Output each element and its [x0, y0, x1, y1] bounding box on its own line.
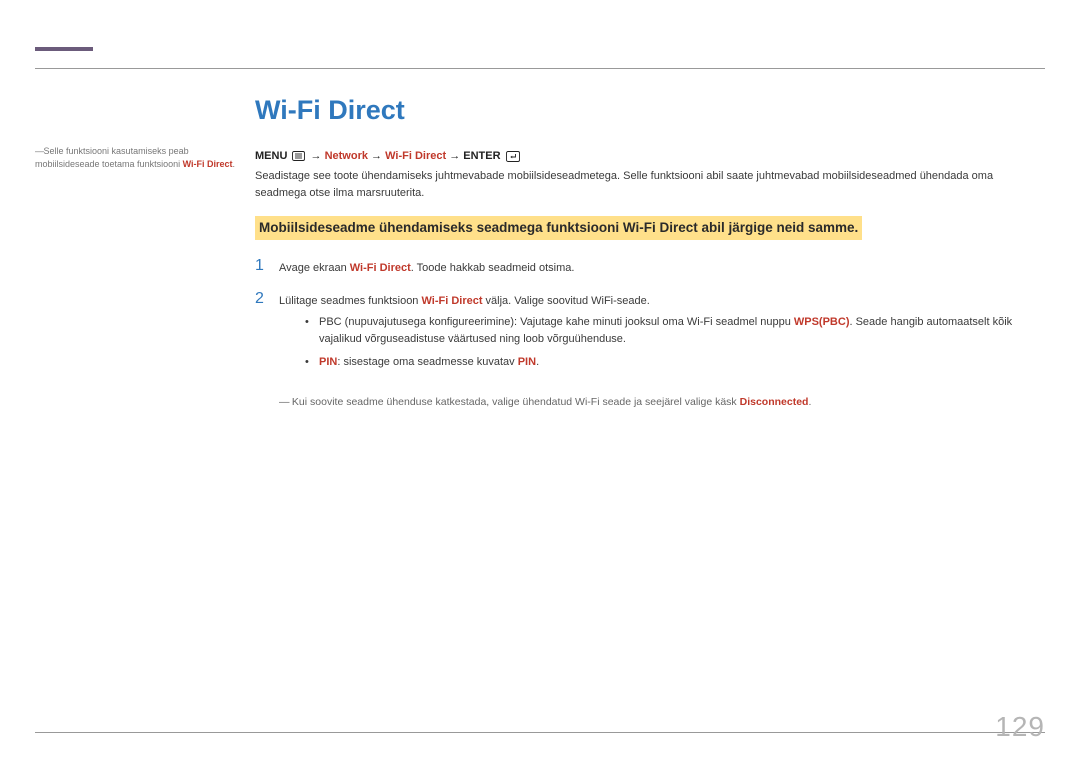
step-1-pre: Avage ekraan [279, 262, 350, 274]
rule-bottom [35, 732, 1045, 733]
step-1-body: Avage ekraan Wi-Fi Direct. Toode hakkab … [279, 258, 1045, 277]
bullet-1-hl: WPS(PBC) [794, 316, 850, 328]
menu-wifi-direct: Wi-Fi Direct [385, 150, 446, 162]
accent-bar [35, 47, 93, 51]
step-2-pre: Lülitage seadmes funktsioon [279, 295, 421, 307]
rule-top [35, 68, 1045, 69]
step-1-post: . Toode hakkab seadmeid otsima. [411, 262, 575, 274]
step-2-number: 2 [255, 291, 279, 381]
enter-label: ENTER [463, 150, 500, 162]
step-2: 2 Lülitage seadmes funktsioon Wi-Fi Dire… [255, 291, 1045, 381]
bullet-dot-1: • [305, 314, 319, 348]
step-1-number: 1 [255, 258, 279, 277]
menu-sep-3: → [449, 150, 463, 162]
page-root: 129 ― Selle funktsiooni kasutamiseks pea… [0, 0, 1080, 763]
dash-leader: ― [35, 145, 41, 158]
menu-icon [292, 151, 305, 161]
footnote: ― Kui soovite seadme ühenduse katkestada… [279, 395, 1045, 411]
sidebar-note-text-post: . [233, 159, 236, 169]
bullet-list: • PBC (nupuvajutusega konfigureerimine):… [305, 314, 1045, 371]
page-number: 129 [995, 711, 1045, 743]
step-2-post: välja. Valige soovitud WiFi-seade. [483, 295, 650, 307]
step-2-hl: Wi-Fi Direct [421, 295, 482, 307]
bullet-1: • PBC (nupuvajutusega konfigureerimine):… [305, 314, 1045, 348]
bullet-2-body: PIN: sisestage oma seadmesse kuvatav PIN… [319, 354, 539, 371]
sidebar-note: ― Selle funktsiooni kasutamiseks peab mo… [35, 95, 255, 411]
bullet-2-mid: : sisestage oma seadmesse kuvatav [337, 356, 517, 368]
menu-network: Network [325, 150, 368, 162]
bullet-1-pre: PBC (nupuvajutusega konfigureerimine): V… [319, 316, 794, 328]
footnote-pre: Kui soovite seadme ühenduse katkestada, … [292, 396, 740, 408]
bullet-2-pre-hl: PIN [319, 356, 337, 368]
menu-path: MENU → Network → Wi-Fi Direct → ENTER [255, 150, 1045, 162]
sidebar-note-text-pre: Selle funktsiooni kasutamiseks peab mobi… [35, 146, 189, 169]
footnote-post: . [808, 396, 811, 408]
step-1-hl: Wi-Fi Direct [350, 262, 411, 274]
footnote-hl: Disconnected [740, 396, 809, 408]
description-text: Seadistage see toote ühendamiseks juhtme… [255, 168, 1045, 202]
bullet-dot-2: • [305, 354, 319, 371]
footnote-dash: ― [279, 395, 289, 411]
menu-label: MENU [255, 150, 287, 162]
bullet-2: • PIN: sisestage oma seadmesse kuvatav P… [305, 354, 1045, 371]
bullet-2-end-hl: PIN [518, 356, 536, 368]
enter-icon [506, 151, 520, 162]
menu-sep-1: → [311, 150, 325, 162]
content-area: ― Selle funktsiooni kasutamiseks peab mo… [35, 95, 1045, 411]
step-1: 1 Avage ekraan Wi-Fi Direct. Toode hakka… [255, 258, 1045, 277]
main-column: Wi-Fi Direct MENU → Network → Wi-Fi Dire… [255, 95, 1045, 411]
menu-sep-2: → [371, 150, 385, 162]
bullet-1-body: PBC (nupuvajutusega konfigureerimine): V… [319, 314, 1045, 348]
bullet-2-post: . [536, 356, 539, 368]
sidebar-note-highlight: Wi-Fi Direct [183, 159, 233, 169]
step-2-body: Lülitage seadmes funktsioon Wi-Fi Direct… [279, 291, 1045, 381]
callout-heading: Mobiilsideseadme ühendamiseks seadmega f… [255, 216, 862, 240]
page-title: Wi-Fi Direct [255, 95, 1045, 126]
